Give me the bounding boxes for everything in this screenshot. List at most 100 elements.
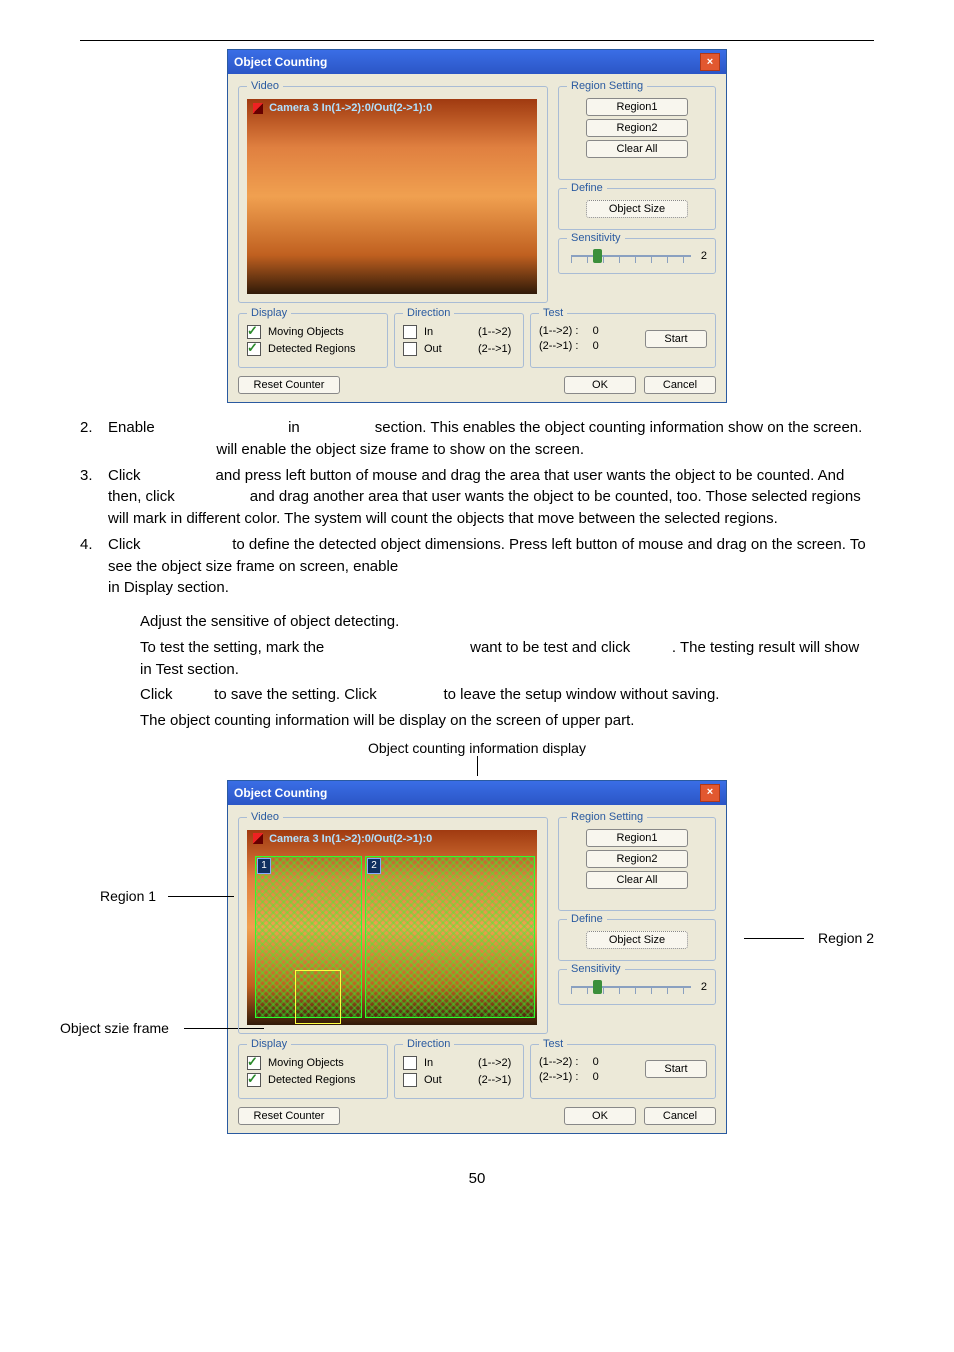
annot-objsize-label: Object szie frame	[60, 1020, 169, 1036]
cancel-button[interactable]: Cancel	[644, 376, 716, 394]
region1-num-icon: 1	[257, 858, 271, 874]
sensitivity-group: Sensitivity 2	[558, 238, 716, 274]
test-group-2: Test (1-->2) : 0 (2-->1) : 0 Start	[530, 1044, 716, 1099]
moving-objects-checkbox-2[interactable]	[247, 1056, 261, 1070]
object-size-button[interactable]: Object Size	[586, 200, 688, 218]
direction-in-checkbox-2[interactable]	[403, 1056, 417, 1070]
video-preview: Camera 3 In(1->2):0/Out(2->1):0	[247, 99, 537, 294]
sensitivity-legend: Sensitivity	[567, 232, 625, 244]
sub-6: To test the setting, mark the want to be…	[140, 637, 874, 681]
ok-button[interactable]: OK	[564, 376, 636, 394]
sub-7: Click to save the setting. Click to leav…	[140, 684, 874, 706]
sensitivity-slider-2[interactable]	[571, 986, 691, 988]
sensitivity-slider[interactable]	[571, 255, 691, 257]
test-r1-value-2: 0	[593, 1056, 599, 1068]
reset-counter-button-2[interactable]: Reset Counter	[238, 1107, 340, 1125]
test-r1-value: 0	[593, 325, 599, 337]
test-r1-label-2: (1-->2) :	[539, 1056, 578, 1068]
region1-button-2[interactable]: Region1	[586, 829, 688, 847]
moving-objects-label-2: Moving Objects	[268, 1057, 344, 1069]
direction-in-value: (1-->2)	[478, 326, 511, 338]
page-number: 50	[80, 1170, 874, 1187]
direction-out-checkbox[interactable]	[403, 342, 417, 356]
region2-num-icon: 2	[367, 858, 381, 874]
region-setting-legend: Region Setting	[567, 80, 647, 92]
detected-regions-label: Detected Regions	[268, 343, 355, 355]
direction-in-checkbox[interactable]	[403, 325, 417, 339]
sub-instructions: Adjust the sensitive of object detecting…	[140, 611, 874, 732]
test-r2-label-2: (2-->1) :	[539, 1071, 578, 1083]
start-button-2[interactable]: Start	[645, 1060, 707, 1078]
test-r2-value-2: 0	[593, 1071, 599, 1083]
flag-icon-2	[253, 833, 263, 844]
clear-all-button-2[interactable]: Clear All	[586, 871, 688, 889]
region2-button[interactable]: Region2	[586, 119, 688, 137]
flag-icon	[253, 103, 263, 114]
detected-regions-checkbox-2[interactable]	[247, 1073, 261, 1087]
test-r2-label: (2-->1) :	[539, 340, 578, 352]
item-text-2: Enable in section. This enables the obje…	[108, 417, 874, 461]
object-size-button-2[interactable]: Object Size	[586, 931, 688, 949]
instructions-list: 2. Enable in section. This enables the o…	[80, 417, 874, 599]
define-legend: Define	[567, 182, 607, 194]
titlebar-2: Object Counting ×	[228, 781, 726, 805]
titlebar: Object Counting ×	[228, 50, 726, 74]
display-group: Display Moving Objects Detected Regions	[238, 313, 388, 368]
sensitivity-value: 2	[701, 250, 707, 262]
direction-out-label: Out	[424, 343, 474, 355]
direction-legend: Direction	[403, 307, 454, 319]
caption-pointer-line	[477, 756, 478, 776]
direction-out-label-2: Out	[424, 1074, 474, 1086]
close-icon[interactable]: ×	[700, 53, 720, 71]
video-preview-2: Camera 3 In(1->2):0/Out(2->1):0 1 2	[247, 830, 537, 1025]
test-r1-label: (1-->2) :	[539, 325, 578, 337]
diagram-caption: Object counting information display	[80, 740, 874, 776]
direction-group: Direction In (1-->2) Out (2-->1)	[394, 313, 524, 368]
cancel-button-2[interactable]: Cancel	[644, 1107, 716, 1125]
video-overlay-text-2: Camera 3 In(1->2):0/Out(2->1):0	[253, 833, 432, 845]
direction-group-2: Direction In (1-->2) Out (2-->1)	[394, 1044, 524, 1099]
test-r2-value: 0	[593, 340, 599, 352]
objsize-frame-overlay	[295, 970, 341, 1024]
sensitivity-value-2: 2	[701, 981, 707, 993]
region-setting-group-2: Region Setting Region1 Region2 Clear All	[558, 817, 716, 911]
video-group: Video Camera 3 In(1->2):0/Out(2->1):0	[238, 86, 548, 303]
display-legend: Display	[247, 307, 291, 319]
moving-objects-checkbox[interactable]	[247, 325, 261, 339]
display-legend-2: Display	[247, 1038, 291, 1050]
close-icon-2[interactable]: ×	[700, 784, 720, 802]
direction-legend-2: Direction	[403, 1038, 454, 1050]
direction-in-value-2: (1-->2)	[478, 1057, 511, 1069]
item-text-4: Click to define the detected object dime…	[108, 534, 874, 599]
detected-regions-checkbox[interactable]	[247, 342, 261, 356]
region1-button[interactable]: Region1	[586, 98, 688, 116]
direction-out-value: (2-->1)	[478, 343, 511, 355]
region2-button-2[interactable]: Region2	[586, 850, 688, 868]
annot-region1-line	[168, 896, 234, 897]
clear-all-button[interactable]: Clear All	[586, 140, 688, 158]
dialog-title: Object Counting	[234, 55, 700, 69]
item-text-3: Click and press left button of mouse and…	[108, 465, 874, 530]
reset-counter-button[interactable]: Reset Counter	[238, 376, 340, 394]
test-group: Test (1-->2) : 0 (2-->1) : 0 Start	[530, 313, 716, 368]
sub-8: The object counting information will be …	[140, 710, 874, 732]
item-num-4: 4.	[80, 534, 108, 599]
detected-regions-label-2: Detected Regions	[268, 1074, 355, 1086]
annot-region2-line	[744, 938, 804, 939]
define-legend-2: Define	[567, 913, 607, 925]
test-legend: Test	[539, 307, 567, 319]
item-num-2: 2.	[80, 417, 108, 461]
direction-in-label: In	[424, 326, 474, 338]
annot-region1-label: Region 1	[100, 888, 156, 904]
sensitivity-legend-2: Sensitivity	[567, 963, 625, 975]
region-setting-legend-2: Region Setting	[567, 811, 647, 823]
video-legend: Video	[247, 80, 283, 92]
moving-objects-label: Moving Objects	[268, 326, 344, 338]
direction-out-checkbox-2[interactable]	[403, 1073, 417, 1087]
video-overlay-text: Camera 3 In(1->2):0/Out(2->1):0	[253, 102, 432, 114]
start-button[interactable]: Start	[645, 330, 707, 348]
ok-button-2[interactable]: OK	[564, 1107, 636, 1125]
define-group-2: Define Object Size	[558, 919, 716, 961]
video-legend-2: Video	[247, 811, 283, 823]
define-group: Define Object Size	[558, 188, 716, 230]
